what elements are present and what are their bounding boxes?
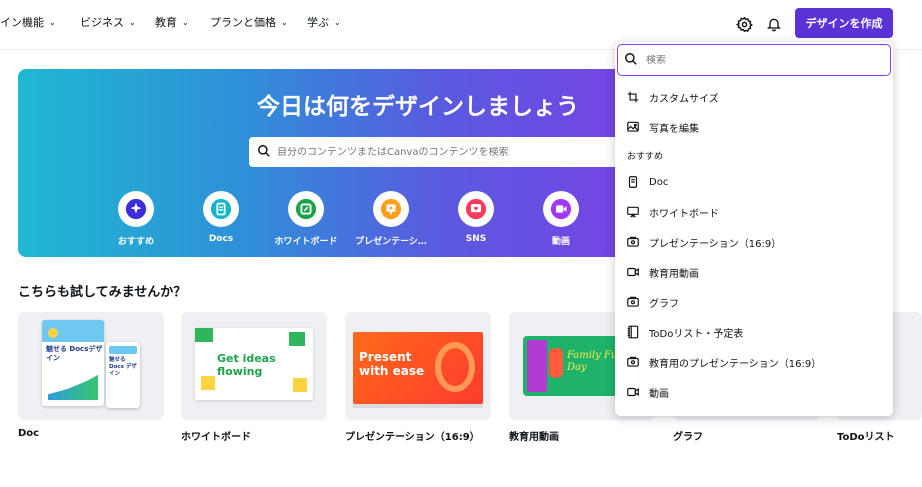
presentation-icon xyxy=(625,234,641,250)
search-icon xyxy=(257,143,271,162)
photo-edit-icon xyxy=(625,119,641,135)
card-label: Doc xyxy=(18,428,40,439)
presentation-icon xyxy=(625,354,641,370)
video-icon xyxy=(625,264,641,280)
dropdown-item-custom-size[interactable]: カスタムサイズ xyxy=(615,83,893,111)
hero-title: 今日は何をデザインしましょう xyxy=(257,94,579,120)
dropdown-item-label: Doc xyxy=(649,176,669,188)
nav-menu-business[interactable]: ビジネス ⌄ xyxy=(80,14,136,30)
category-label: SNS xyxy=(465,234,487,244)
chevron-down-icon: ⌄ xyxy=(182,17,189,27)
nav-label: プランと価格 xyxy=(210,16,276,29)
nav-label: 教育 xyxy=(155,16,177,29)
category-recommended[interactable]: おすすめ xyxy=(96,191,176,247)
dropdown-item-label: プレゼンテーション（16:9） xyxy=(649,238,782,250)
presentation-icon xyxy=(373,191,409,227)
dropdown-item-label: 写真を編集 xyxy=(649,123,699,135)
nav-menu-design-features[interactable]: イン機能 ⌄ xyxy=(0,14,56,30)
template-card-whiteboard[interactable]: Get ideas flowing ホワイトボード xyxy=(181,312,327,443)
category-label: 動画 xyxy=(551,237,570,247)
create-design-dropdown: カスタムサイズ 写真を編集 おすすめ Doc ホワイトボード プレゼンテーション… xyxy=(615,42,893,416)
dropdown-item-edu-video[interactable]: 教育用動画 xyxy=(615,258,893,286)
card-label: ToDoリスト xyxy=(837,432,895,443)
category-video[interactable]: 動画 xyxy=(521,191,601,247)
doc-thumbnail: 魅せる Docsデザイン 魅せる Docs デザイン xyxy=(18,312,164,420)
custom-size-icon xyxy=(625,89,641,105)
dropdown-item-label: 動画 xyxy=(649,388,669,400)
category-label: プレゼンテーシ… xyxy=(355,237,427,247)
hero-search-box[interactable] xyxy=(249,137,668,167)
category-sns[interactable]: SNS xyxy=(436,191,516,244)
dropdown-item-todo[interactable]: ToDoリスト・予定表 xyxy=(615,318,893,346)
whiteboard-thumbnail: Get ideas flowing xyxy=(181,312,327,420)
template-card-doc[interactable]: 魅せる Docsデザイン 魅せる Docs デザイン Doc xyxy=(18,312,164,439)
dropdown-section-header: おすすめ xyxy=(627,152,664,162)
settings-gear-icon[interactable] xyxy=(732,12,756,36)
dropdown-item-label: 教育用のプレゼンテーション（16:9） xyxy=(649,358,822,370)
template-card-presentation[interactable]: Present with ease プレゼンテーション（16:9） xyxy=(345,312,491,443)
thumb-text: 魅せる Docs デザイン xyxy=(109,357,137,377)
chevron-down-icon: ⌄ xyxy=(334,17,341,27)
dropdown-search-input[interactable] xyxy=(646,54,866,66)
nav-menu-pricing[interactable]: プランと価格 ⌄ xyxy=(210,14,288,30)
category-label: おすすめ xyxy=(117,237,154,247)
dropdown-item-photo-edit[interactable]: 写真を編集 xyxy=(615,113,893,141)
section-title: こちらも試してみませんか？ xyxy=(18,285,187,300)
dropdown-item-doc[interactable]: Doc xyxy=(615,168,893,196)
nav-label: ビジネス xyxy=(80,16,124,29)
dropdown-item-label: カスタムサイズ xyxy=(649,93,719,105)
heart-icon xyxy=(458,191,494,227)
graph-icon xyxy=(625,294,641,310)
category-label: Docs xyxy=(208,234,234,244)
video-icon xyxy=(543,191,579,227)
dropdown-item-video[interactable]: 動画 xyxy=(615,378,893,406)
category-label: ホワイトボード xyxy=(274,237,338,247)
card-label: 教育用動画 xyxy=(509,432,559,443)
thumb-text: Get ideas flowing xyxy=(217,352,276,378)
dropdown-item-graph[interactable]: グラフ xyxy=(615,288,893,316)
sparkle-icon xyxy=(118,191,154,227)
dropdown-item-label: グラフ xyxy=(649,298,679,310)
video-icon xyxy=(625,384,641,400)
category-whiteboard[interactable]: ホワイトボード xyxy=(266,191,346,247)
category-docs[interactable]: Docs xyxy=(181,191,261,244)
dropdown-item-presentation[interactable]: プレゼンテーション（16:9） xyxy=(615,228,893,256)
nav-menu-education[interactable]: 教育 ⌄ xyxy=(155,14,189,30)
doc-icon xyxy=(625,174,641,190)
hero-search-input[interactable] xyxy=(277,146,607,158)
whiteboard-icon xyxy=(288,191,324,227)
nav-menu-learn[interactable]: 学ぶ ⌄ xyxy=(307,14,341,30)
doc-icon xyxy=(203,191,239,227)
thumb-text: 魅せる Docsデザイン xyxy=(46,345,103,362)
card-label: ホワイトボード xyxy=(181,432,251,443)
dropdown-search-box[interactable] xyxy=(617,44,891,76)
nav-label: 学ぶ xyxy=(307,16,329,29)
thumb-text: Present with ease xyxy=(359,350,425,378)
hero-banner: 今日は何をデザインしましょう おすすめ Docs ホワイトボード プレゼンテーシ… xyxy=(18,69,668,257)
category-presentation[interactable]: プレゼンテーシ… xyxy=(351,191,431,247)
card-label: プレゼンテーション（16:9） xyxy=(345,432,480,443)
card-label: グラフ xyxy=(673,432,703,443)
dropdown-item-label: ToDoリスト・予定表 xyxy=(649,328,744,340)
whiteboard-icon xyxy=(625,204,641,220)
notification-bell-icon[interactable] xyxy=(762,12,786,36)
dropdown-item-label: ホワイトボード xyxy=(649,208,719,220)
chevron-down-icon: ⌄ xyxy=(49,17,56,27)
chevron-down-icon: ⌄ xyxy=(129,17,136,27)
presentation-thumbnail: Present with ease xyxy=(345,312,491,420)
dropdown-item-edu-presentation[interactable]: 教育用のプレゼンテーション（16:9） xyxy=(615,348,893,376)
dropdown-item-label: 教育用動画 xyxy=(649,268,699,280)
search-icon xyxy=(624,51,638,70)
notebook-icon xyxy=(625,324,641,340)
create-design-button[interactable]: デザインを作成 xyxy=(795,8,893,38)
chevron-down-icon: ⌄ xyxy=(281,17,288,27)
nav-label: イン機能 xyxy=(0,16,44,29)
dropdown-item-whiteboard[interactable]: ホワイトボード xyxy=(615,198,893,226)
